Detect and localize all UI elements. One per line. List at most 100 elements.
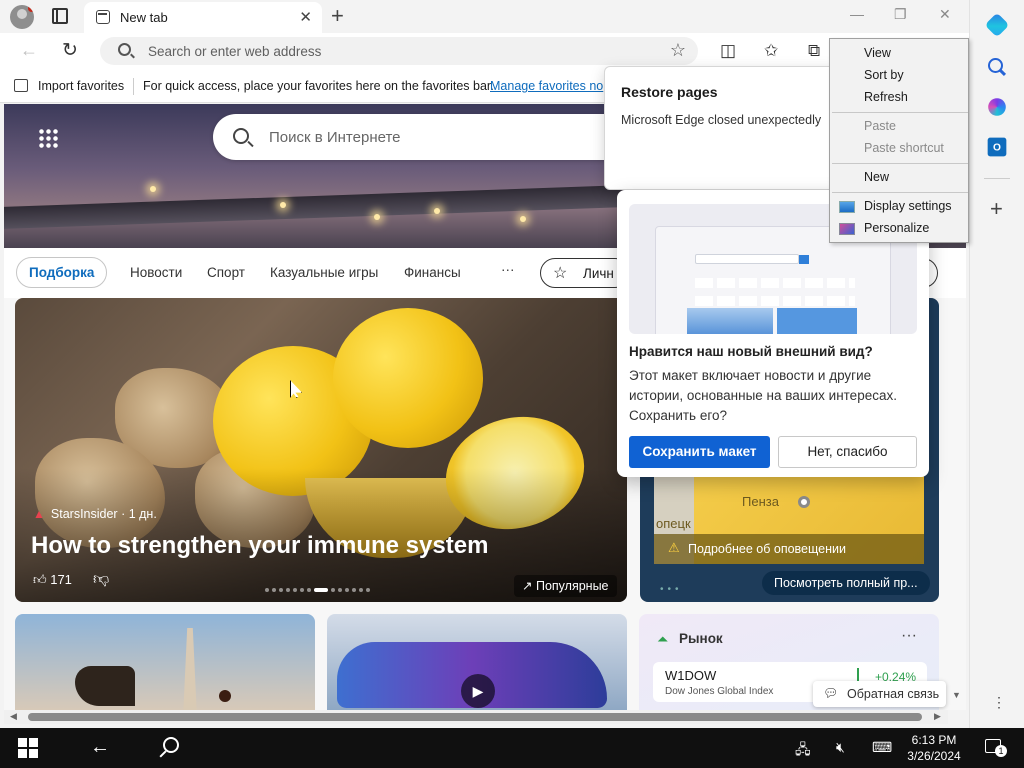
more-tabs-button[interactable]: ··· xyxy=(501,262,515,277)
horizontal-scrollbar[interactable]: ◀ ▶ xyxy=(4,710,948,724)
menu-item-refresh[interactable]: Refresh xyxy=(864,90,908,104)
windows-logo-icon xyxy=(29,738,38,747)
preview-search xyxy=(695,254,799,264)
carousel-dot[interactable] xyxy=(286,587,290,592)
popular-badge[interactable]: ↗ Популярные xyxy=(514,575,617,597)
manage-favorites-link[interactable]: Manage favorites no xyxy=(490,79,603,93)
carousel-dot[interactable] xyxy=(359,587,363,592)
add-sidebar-app-button[interactable]: + xyxy=(990,196,1003,222)
new-tab-favicon-icon xyxy=(96,10,110,24)
carousel-dot[interactable] xyxy=(345,587,349,592)
personalize-icon xyxy=(839,223,855,235)
maximize-button[interactable]: ❐ xyxy=(894,6,907,23)
market-more-button[interactable]: ··· xyxy=(901,627,917,645)
decline-layout-button[interactable]: Нет, спасибо xyxy=(778,436,917,468)
lamp-light xyxy=(434,208,440,214)
address-bar[interactable]: Search or enter web address ☆ xyxy=(100,37,698,65)
carousel-dot[interactable] xyxy=(331,587,335,592)
save-layout-button[interactable]: Сохранить макет xyxy=(629,436,770,468)
search-icon xyxy=(118,43,131,56)
windows-taskbar: ← 🖧︎ 🔇︎ ⌨ 6:13 PM 3/26/2024 1 xyxy=(0,728,1024,768)
preview-search-button xyxy=(799,255,809,264)
tab-finance[interactable]: Финансы xyxy=(404,265,461,280)
vertical-tabs-icon[interactable] xyxy=(52,8,68,24)
alert-details-link[interactable]: ⚠ Подробнее об оповещении xyxy=(654,534,924,564)
carousel-dot[interactable] xyxy=(366,587,370,592)
tab-new-tab[interactable]: New tab ✕ xyxy=(84,2,322,33)
carousel-indicator[interactable] xyxy=(265,581,373,592)
menu-item-personalize[interactable]: Personalize xyxy=(864,221,929,235)
lamp-light xyxy=(280,202,286,208)
thumbs-down-icon[interactable]: 👎︎ xyxy=(93,570,109,589)
carousel-dot[interactable] xyxy=(338,587,342,592)
article-source[interactable]: ▲ StarsInsider · 1 дн. xyxy=(33,507,157,521)
menu-item-sort-by[interactable]: Sort by xyxy=(864,68,904,82)
like-button[interactable]: 👍︎ 171 xyxy=(33,572,72,588)
carousel-dot-active[interactable] xyxy=(314,587,328,592)
minimize-button[interactable]: — xyxy=(850,6,864,22)
menu-item-paste-shortcut: Paste shortcut xyxy=(864,141,944,155)
feedback-button[interactable]: 💬︎ Обратная связь xyxy=(813,681,946,707)
scrollbar-thumb[interactable] xyxy=(28,713,922,721)
video-card-car[interactable]: ▶ xyxy=(327,614,627,710)
window-close-button[interactable]: ✕ xyxy=(939,6,951,23)
scroll-down-arrow[interactable]: ▼ xyxy=(952,690,961,700)
restore-title: Restore pages xyxy=(621,84,718,100)
app-launcher-icon[interactable] xyxy=(38,128,58,148)
carousel-dot[interactable] xyxy=(307,587,311,592)
map-city-label: опецк xyxy=(656,516,691,531)
back-arrow-icon[interactable]: ← xyxy=(20,40,38,61)
taskbar-search-icon[interactable] xyxy=(163,737,179,753)
scroll-right-arrow[interactable]: ▶ xyxy=(934,711,941,722)
system-clock[interactable]: 6:13 PM 3/26/2024 xyxy=(904,732,964,764)
search-icon[interactable] xyxy=(986,56,1008,78)
carousel-dot[interactable] xyxy=(265,587,269,592)
refresh-icon[interactable]: ↻ xyxy=(62,39,78,62)
tab-casual-games[interactable]: Казуальные игры xyxy=(270,265,378,280)
action-center-icon[interactable]: 1 xyxy=(985,739,1007,757)
taskbar-back-arrow-icon[interactable]: ← xyxy=(90,736,110,759)
headline-card[interactable]: ▲ StarsInsider · 1 дн. How to strengthen … xyxy=(15,298,627,602)
web-search-box[interactable]: Поиск в Интернете xyxy=(213,114,633,160)
volume-muted-icon[interactable]: 🔇︎ xyxy=(836,739,845,756)
restore-pages-popup: Restore pages Microsoft Edge closed unex… xyxy=(604,66,840,190)
microsoft-365-icon[interactable] xyxy=(988,98,1006,116)
tab-news[interactable]: Новости xyxy=(130,265,182,280)
trending-icon: ↗ xyxy=(522,579,533,593)
tab-close-icon[interactable]: ✕ xyxy=(299,8,312,26)
copilot-icon[interactable] xyxy=(984,12,1010,38)
carousel-dot[interactable] xyxy=(300,587,304,592)
split-screen-icon[interactable]: ◫ xyxy=(720,41,736,61)
collections-icon[interactable]: ⧉ xyxy=(808,41,820,61)
menu-item-display-settings[interactable]: Display settings xyxy=(864,199,952,213)
preview-image xyxy=(777,308,857,334)
tab-for-you[interactable]: Подборка xyxy=(16,257,108,288)
start-button[interactable] xyxy=(18,738,38,758)
web-search-placeholder: Поиск в Интернете xyxy=(269,129,401,146)
outlook-icon[interactable]: O xyxy=(987,137,1007,157)
article-headline[interactable]: How to strengthen your immune system xyxy=(31,532,488,560)
carousel-dot[interactable] xyxy=(272,587,276,592)
sidebar-more-button[interactable]: ⋮ xyxy=(992,694,1006,711)
view-full-forecast-button[interactable]: Посмотреть полный пр... xyxy=(762,571,930,595)
profile-avatar-icon[interactable] xyxy=(10,5,34,29)
tab-sport[interactable]: Спорт xyxy=(207,265,245,280)
play-icon[interactable]: ▶ xyxy=(461,674,495,708)
personalize-star-icon: ☆ xyxy=(553,265,568,282)
import-favorites-button[interactable]: Import favorites xyxy=(38,79,124,93)
add-favorite-icon[interactable]: ☆ xyxy=(670,40,686,61)
keyboard-icon[interactable]: ⌨ xyxy=(872,739,892,756)
new-tab-button[interactable]: + xyxy=(331,3,344,29)
carousel-dot[interactable] xyxy=(352,587,356,592)
menu-separator xyxy=(832,163,968,164)
article-card-sport[interactable] xyxy=(15,614,315,710)
weather-carousel-dots[interactable]: ••• xyxy=(660,584,683,595)
network-icon[interactable]: 🖧︎ xyxy=(795,739,811,763)
scroll-left-arrow[interactable]: ◀ xyxy=(10,711,17,722)
menu-item-view[interactable]: View xyxy=(864,46,891,60)
menu-item-new[interactable]: New xyxy=(864,170,889,184)
index-symbol: W1DOW xyxy=(665,668,717,683)
favorites-icon[interactable]: ✩ xyxy=(764,41,778,61)
carousel-dot[interactable] xyxy=(293,587,297,592)
carousel-dot[interactable] xyxy=(279,587,283,592)
